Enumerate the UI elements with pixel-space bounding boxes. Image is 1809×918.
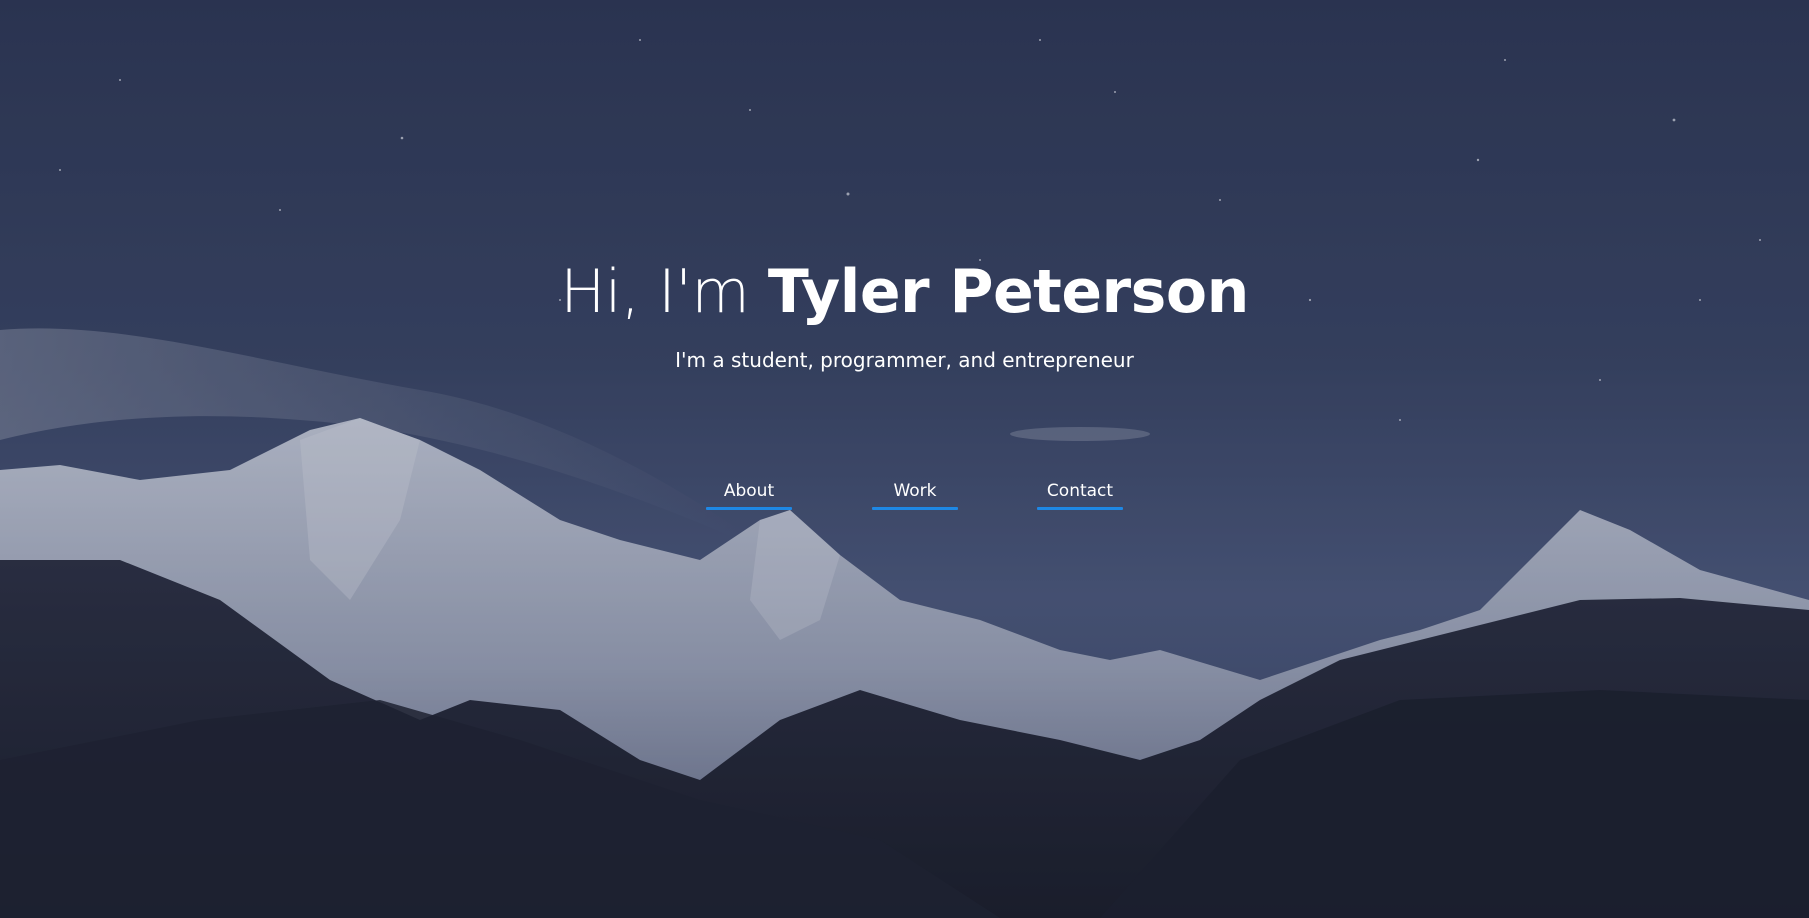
hero-section: Hi, I'm Tyler Peterson I'm a student, pr…: [0, 0, 1809, 918]
nav-link-about-underline: [706, 507, 792, 510]
tagline-text: I'm a student, programmer, and entrepren…: [675, 348, 1134, 372]
nav-link-about[interactable]: About: [706, 478, 792, 510]
hero-content: Hi, I'm Tyler Peterson I'm a student, pr…: [0, 0, 1809, 918]
nav-link-about-label: About: [723, 481, 775, 501]
nav-link-contact[interactable]: Contact: [1037, 478, 1123, 510]
nav-link-work-underline: [872, 507, 958, 510]
nav-link-contact-label: Contact: [1046, 481, 1114, 501]
name-text: Tyler Peterson: [767, 257, 1249, 327]
nav-link-work[interactable]: Work: [872, 478, 958, 510]
main-nav: About Work Contact: [0, 478, 1809, 512]
nav-link-work-label: Work: [893, 481, 937, 501]
greeting-text: Hi, I'm: [560, 257, 768, 327]
page-title: Hi, I'm Tyler Peterson: [0, 256, 1809, 328]
nav-link-contact-underline: [1037, 507, 1123, 510]
